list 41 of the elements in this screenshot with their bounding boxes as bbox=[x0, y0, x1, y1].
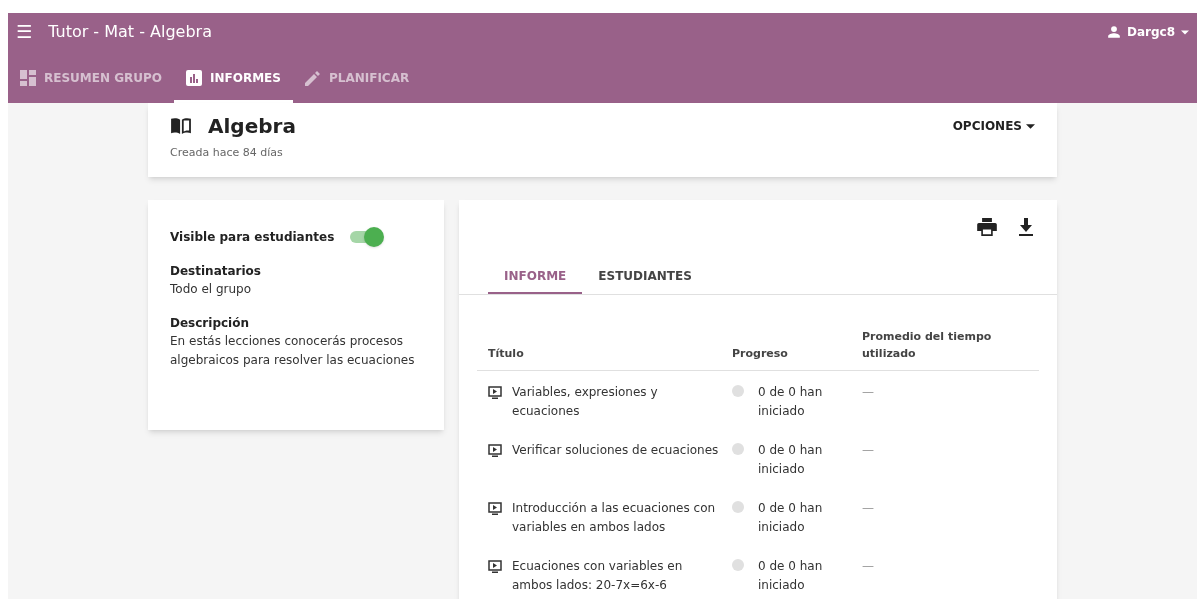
time-cell: — bbox=[862, 385, 874, 399]
lesson-title-cell[interactable]: Introducción a las ecuaciones con variables en ambos lados bbox=[512, 499, 732, 537]
print-icon[interactable] bbox=[977, 218, 997, 236]
description-label: Descripción bbox=[170, 315, 250, 332]
progress-cell-text: 0 de 0 han iniciado bbox=[758, 442, 824, 478]
download-icon[interactable] bbox=[1019, 218, 1033, 236]
description-text: En estás lecciones conocerás procesos algebraicos para resolver las ecuaciones bbox=[170, 333, 416, 369]
menu-icon[interactable]: ☰ bbox=[16, 23, 33, 41]
lesson-title: Algebra bbox=[208, 113, 296, 140]
report-tab[interactable]: ESTUDIANTES bbox=[582, 260, 708, 294]
created-date: Creada hace 84 días bbox=[170, 145, 284, 161]
time-cell: — bbox=[862, 443, 874, 457]
caret-icon bbox=[1026, 123, 1035, 129]
video-icon bbox=[488, 560, 502, 573]
app-title: Tutor - Mat - Algebra bbox=[48, 21, 212, 43]
options-button[interactable]: OPCIONES bbox=[952, 117, 1035, 135]
recipients-value: Todo el grupo bbox=[170, 281, 253, 298]
lesson-title-cell[interactable]: Verificar soluciones de ecuaciones bbox=[512, 441, 727, 479]
video-icon bbox=[488, 502, 502, 515]
recipients-label: Destinatarios bbox=[170, 263, 262, 280]
video-icon bbox=[488, 386, 502, 399]
dashboard-icon bbox=[20, 69, 36, 86]
time-cell: — bbox=[862, 501, 874, 515]
person-icon bbox=[1106, 25, 1121, 39]
report-tab[interactable]: INFORME bbox=[488, 260, 583, 294]
column-header: Título bbox=[487, 345, 525, 362]
progress-cell-text: 0 de 0 han iniciado bbox=[758, 558, 824, 594]
visibility-label: Visible para estudiantes bbox=[170, 229, 335, 246]
column-header: Progreso bbox=[732, 345, 789, 362]
time-cell: — bbox=[862, 559, 874, 573]
lesson-title-cell[interactable]: Variables, expresiones y ecuaciones bbox=[512, 383, 732, 421]
pencil-icon bbox=[304, 69, 321, 86]
lesson-title-cell[interactable]: Ecuaciones con variables en ambos lados: 20-7x=6x-6 bbox=[512, 557, 732, 595]
book-icon bbox=[170, 117, 192, 135]
column-header: Promedio del tiempo utilizado bbox=[862, 329, 993, 362]
progress-cell-text: 0 de 0 han iniciado bbox=[758, 384, 824, 420]
user-menu[interactable]: Dargc8 bbox=[1106, 23, 1189, 41]
progress-cell-text: 0 de 0 han iniciado bbox=[758, 500, 824, 536]
video-icon bbox=[488, 444, 502, 457]
bar-chart-icon bbox=[186, 69, 202, 86]
caret-icon bbox=[1181, 29, 1189, 35]
